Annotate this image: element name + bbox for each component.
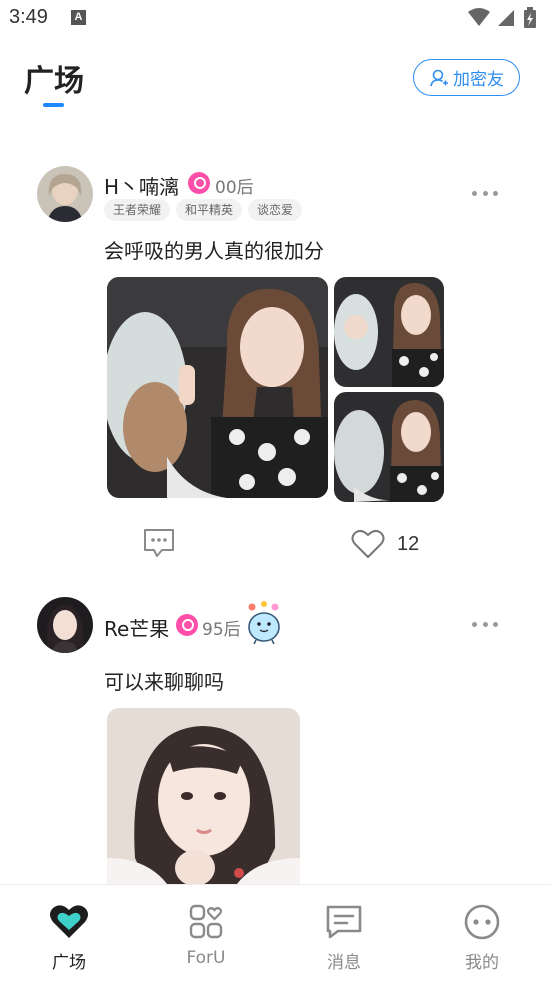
comment-button[interactable]	[142, 527, 176, 559]
post-photo[interactable]	[334, 392, 444, 502]
avatar[interactable]	[37, 597, 93, 653]
status-time: 3:49	[9, 6, 48, 28]
active-tab-indicator	[43, 103, 64, 107]
username[interactable]: H丶喃漓	[104, 171, 179, 200]
more-options-button[interactable]	[470, 614, 500, 634]
add-close-friend-label: 加密友	[453, 70, 504, 90]
post-photo[interactable]	[334, 277, 444, 387]
status-icons	[468, 7, 536, 28]
mascot-sticker-icon	[248, 601, 280, 645]
wifi-icon	[468, 8, 490, 26]
bottom-tab-bar: 广场 ForU 消息 我的	[0, 884, 551, 981]
add-close-friend-button[interactable]: 加密友	[413, 59, 520, 96]
vip-badge-icon	[188, 172, 210, 194]
heart-outline-icon	[351, 529, 385, 558]
like-count: 12	[397, 532, 420, 555]
tab-profile[interactable]: 我的	[413, 885, 551, 981]
like-button[interactable]: 12	[351, 529, 419, 559]
post-text: 可以来聊聊吗	[104, 670, 224, 694]
grid-heart-icon	[189, 904, 223, 939]
tab-label: 广场	[52, 953, 86, 973]
post-text: 会呼吸的男人真的很加分	[104, 239, 324, 263]
comment-icon	[144, 529, 174, 557]
notification-icon: A	[71, 10, 86, 25]
post-photo[interactable]	[107, 277, 328, 498]
status-bar: 3:49 A	[0, 0, 551, 36]
tab-label: 我的	[465, 953, 499, 973]
age-group: 00后	[215, 178, 254, 198]
interest-tag: 谈恋爱	[248, 199, 303, 221]
signal-icon	[498, 10, 514, 26]
post-photo[interactable]	[107, 708, 300, 884]
tab-label: ForU	[186, 948, 226, 968]
heart-tab-icon	[50, 905, 88, 938]
tab-label: 消息	[327, 953, 361, 973]
more-options-button[interactable]	[470, 183, 500, 203]
page-title[interactable]: 广场	[24, 56, 84, 100]
interest-tag: 和平精英	[176, 199, 243, 221]
tab-foru[interactable]: ForU	[137, 885, 275, 981]
message-icon	[326, 905, 362, 939]
face-icon	[464, 904, 500, 940]
avatar[interactable]	[37, 166, 93, 222]
username[interactable]: Re芒果	[104, 613, 169, 642]
add-user-icon	[430, 69, 448, 86]
tab-square[interactable]: 广场	[0, 885, 138, 981]
interest-tag: 王者荣耀	[104, 199, 171, 221]
tab-messages[interactable]: 消息	[275, 885, 413, 981]
age-group: 95后	[202, 620, 241, 640]
vip-badge-icon	[176, 614, 198, 636]
